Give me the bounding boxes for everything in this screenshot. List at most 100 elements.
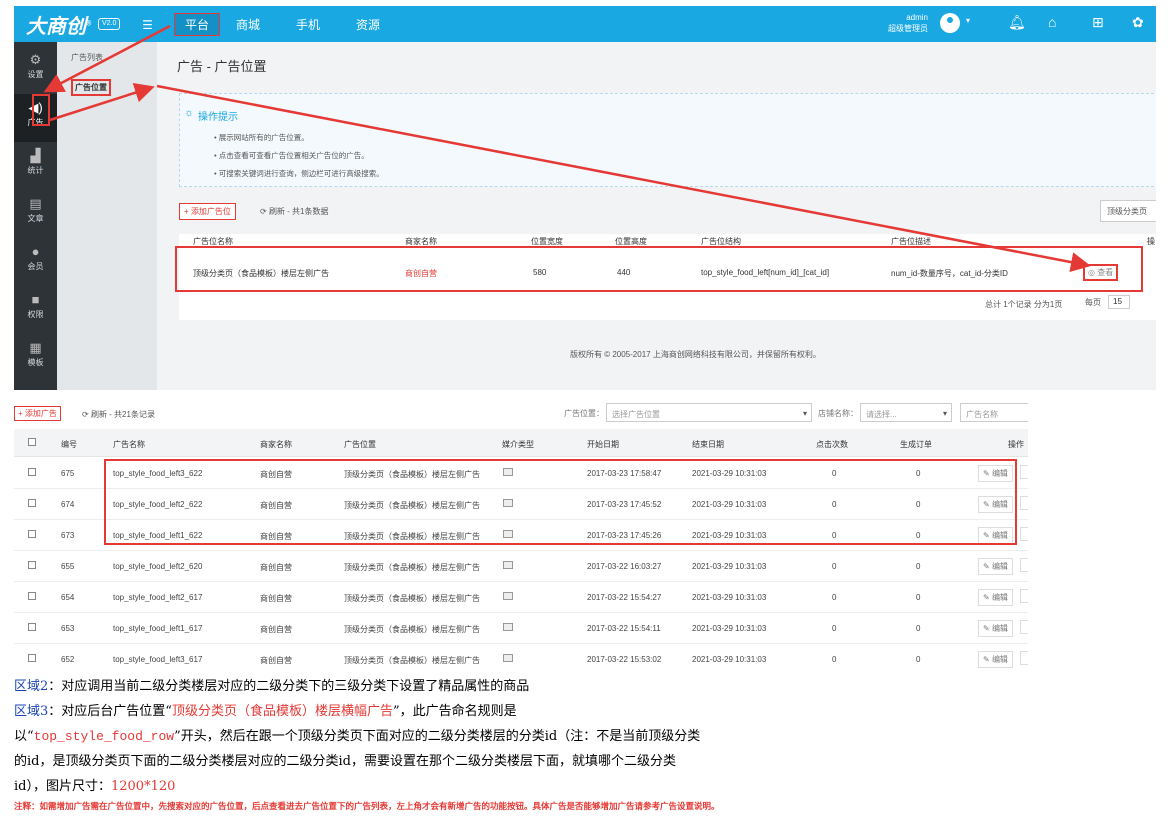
sidebar-item-stats[interactable]: ▟ 统计 <box>14 142 57 190</box>
row-checkbox[interactable] <box>28 468 36 476</box>
user-icon: ● <box>31 244 40 259</box>
edit-button[interactable]: ✎ 编辑 <box>978 651 1013 668</box>
position-select[interactable]: 选择广告位置 ▾ <box>606 403 812 422</box>
shop-filter-label: 店铺名称： <box>818 409 858 418</box>
delete-button[interactable] <box>1020 496 1028 510</box>
table-header: 编号 广告名称 商家名称 广告位置 媒介类型 开始日期 结束日期 点击次数 生成… <box>14 429 1028 457</box>
table-cell: 0 <box>832 562 837 571</box>
top-bar: 大商创® V2.0 ☰ 平台 商城 手机 资源 admin 超级管理员 ▾ 🔔︎… <box>14 6 1156 42</box>
table-cell: 2017-03-22 15:54:27 <box>587 593 662 602</box>
column-header: 广告名称 <box>113 440 145 449</box>
edit-icon: ✎ <box>983 562 990 571</box>
image-icon <box>503 561 513 569</box>
home-icon[interactable]: ⌂ <box>1048 14 1056 30</box>
note-line: 区域2：对应调用当前二级分类楼层对应的二级分类下的三级分类下设置了精品属性的商品 <box>14 679 530 694</box>
sidebar-item-permissions[interactable]: ■ 权限 <box>14 286 57 334</box>
table-cell: top_style_food_left2_617 <box>113 593 203 602</box>
sidebar-item-articles[interactable]: ▤ 文章 <box>14 190 57 238</box>
per-page-input[interactable]: 15 <box>1108 295 1130 309</box>
subnav-ad-list[interactable]: 广告列表 <box>71 52 103 63</box>
nav-platform[interactable]: 平台 <box>174 13 221 36</box>
refresh-button[interactable]: ⟳ 刷新 - 共1条数据 <box>260 206 329 217</box>
table-cell: 2017-03-22 16:03:27 <box>587 562 662 571</box>
table-cell: 商创自营 <box>260 625 292 634</box>
delete-button[interactable] <box>1020 589 1028 603</box>
add-ad-button[interactable]: + 添加广告 <box>14 406 61 421</box>
table-cell: 2021-03-29 10:31:03 <box>692 593 767 602</box>
table-cell: 0 <box>916 624 921 633</box>
chevron-down-icon: ▾ <box>802 409 807 418</box>
sidebar-item-ads[interactable]: ◀) 广告 <box>14 94 57 142</box>
table-cell: 2017-03-22 15:53:02 <box>587 655 662 664</box>
document-icon: ▤ <box>29 196 42 211</box>
chevron-down-icon[interactable]: ▾ <box>966 16 970 25</box>
lightbulb-icon: ☼ <box>184 107 195 119</box>
delete-button[interactable] <box>1020 558 1028 572</box>
table-cell: 顶级分类页（食品模板）楼层左侧广告 <box>344 563 480 572</box>
add-position-button[interactable]: + 添加广告位 <box>179 203 236 220</box>
column-header: 开始日期 <box>587 440 619 449</box>
nav-resources[interactable]: 资源 <box>356 16 380 33</box>
position-filter-label: 广告位置： <box>564 409 604 418</box>
nav-mall[interactable]: 商城 <box>236 16 260 33</box>
ad-name-input[interactable]: 广告名称 <box>960 403 1028 422</box>
table-row: 654 top_style_food_left2_617 商创自营 顶级分类页（食品模… <box>14 582 1028 613</box>
table-cell: 0 <box>832 624 837 633</box>
gear-icon: ⚙ <box>29 52 42 67</box>
table-row: 653 top_style_food_left1_617 商创自营 顶级分类页（食品模… <box>14 613 1028 644</box>
row-checkbox[interactable] <box>28 623 36 631</box>
avatar[interactable] <box>940 13 960 33</box>
delete-button[interactable] <box>1020 620 1028 634</box>
chevron-down-icon: ▾ <box>942 409 947 418</box>
table-cell: 655 <box>61 562 75 571</box>
table-cell: top_style_food_left3_617 <box>113 655 203 664</box>
table-cell: 顶级分类页（食品模板）楼层左侧广告 <box>344 594 480 603</box>
column-header: 点击次数 <box>816 440 848 449</box>
tip-item: • 可搜索关键词进行查询，侧边栏可进行高级搜索。 <box>214 169 384 178</box>
table-cell: 顶级分类页（食品模板）楼层左侧广告 <box>344 656 480 665</box>
select-all-checkbox[interactable] <box>28 438 36 446</box>
sidebar-item-templates[interactable]: ▦ 模板 <box>14 334 57 382</box>
table-cell: 2021-03-29 10:31:03 <box>692 562 767 571</box>
delete-button[interactable] <box>1020 527 1028 541</box>
table-cell: 653 <box>61 624 75 633</box>
version-badge: V2.0 <box>98 18 121 30</box>
tip-item: • 点击查看可查看广告位置相关广告位的广告。 <box>214 151 369 160</box>
shop-select[interactable]: 请选择... ▾ <box>860 403 952 422</box>
refresh-button[interactable]: ⟳ 刷新 - 共21条记录 <box>82 409 155 420</box>
table-cell: 674 <box>61 500 75 509</box>
lock-icon: ■ <box>31 292 40 307</box>
column-header: 商家名称 <box>260 440 292 449</box>
table-cell: 2017-03-22 15:54:11 <box>587 624 661 633</box>
row-checkbox[interactable] <box>28 592 36 600</box>
table-cell: 0 <box>916 593 921 602</box>
tips-title: 操作提示 <box>198 112 238 123</box>
list-icon[interactable]: ☰ <box>142 18 153 32</box>
refresh-icon: ⟳ <box>260 207 267 216</box>
palette-icon[interactable]: ✿ <box>1132 14 1144 30</box>
highlight-box <box>104 459 1017 545</box>
row-checkbox[interactable] <box>28 499 36 507</box>
delete-button[interactable] <box>1020 651 1028 665</box>
delete-button[interactable] <box>1020 465 1028 479</box>
nav-mobile[interactable]: 手机 <box>296 16 320 33</box>
row-checkbox[interactable] <box>28 530 36 538</box>
edit-button[interactable]: ✎ 编辑 <box>978 589 1013 606</box>
bell-icon[interactable]: 🔔︎ <box>1008 14 1026 30</box>
sidebar-item-members[interactable]: ● 会员 <box>14 238 57 286</box>
table-cell: 652 <box>61 655 75 664</box>
edit-button[interactable]: ✎ 编辑 <box>978 558 1013 575</box>
row-checkbox[interactable] <box>28 654 36 662</box>
edit-button[interactable]: ✎ 编辑 <box>978 620 1013 637</box>
table-row: 652 top_style_food_left3_617 商创自营 顶级分类页（食品模… <box>14 644 1028 669</box>
subnav-ad-position[interactable]: 广告位置 <box>71 79 111 96</box>
table-row: 655 top_style_food_left2_620 商创自营 顶级分类页（食品模… <box>14 551 1028 582</box>
table-cell: 673 <box>61 531 75 540</box>
note-line: id），图片尺寸：1200*120 <box>14 779 176 794</box>
admin-info[interactable]: admin 超级管理员 <box>888 12 928 34</box>
category-filter[interactable]: 顶级分类页 <box>1100 200 1156 222</box>
sitemap-icon[interactable]: ⊞ <box>1092 14 1104 30</box>
tip-item: • 展示网站所有的广告位置。 <box>214 133 309 142</box>
sidebar-item-settings[interactable]: ⚙ 设置 <box>14 46 57 94</box>
row-checkbox[interactable] <box>28 561 36 569</box>
